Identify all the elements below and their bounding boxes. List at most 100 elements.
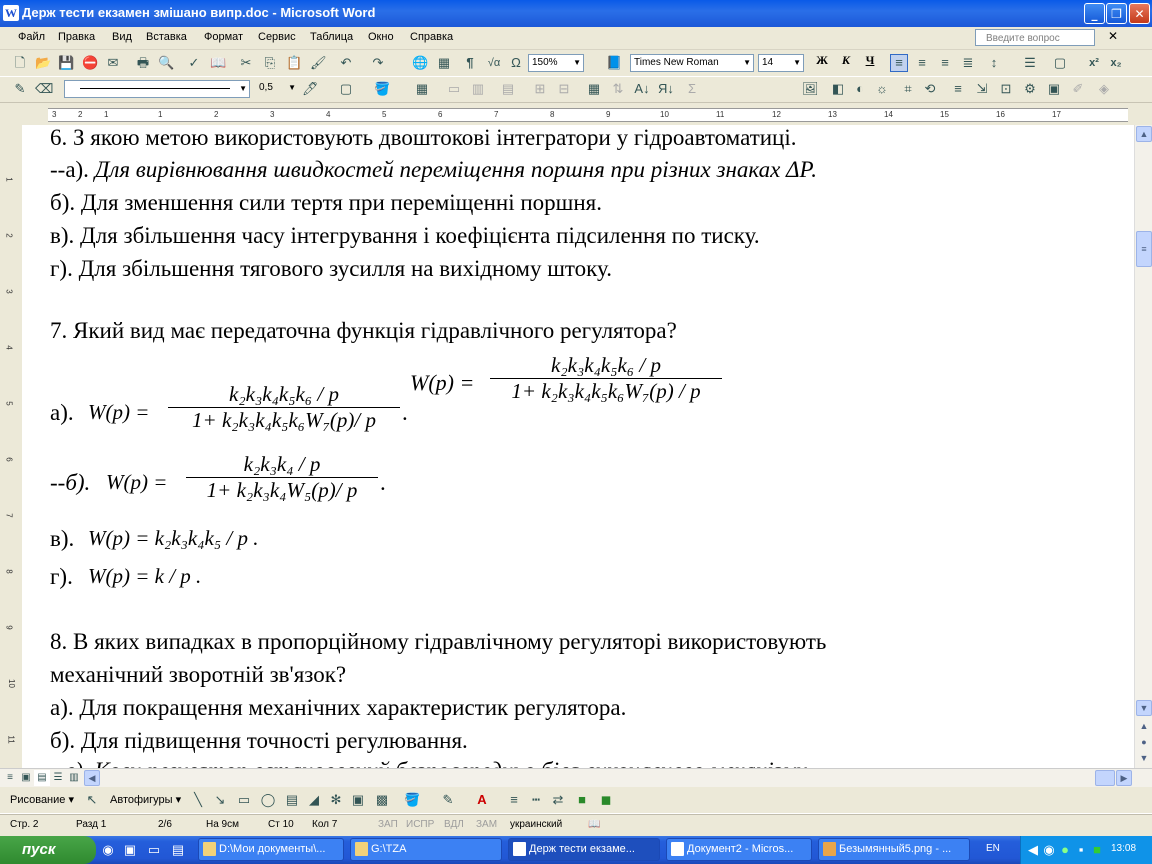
bullets-icon[interactable]: ☰ [1022, 55, 1038, 71]
tray-icon[interactable]: ● [1057, 842, 1073, 858]
line-icon[interactable]: ╲ [190, 792, 206, 808]
permission-icon[interactable]: ⛔ [82, 55, 98, 71]
superscript-icon[interactable]: x² [1086, 55, 1102, 71]
research-icon[interactable]: 📖 [210, 55, 226, 71]
draw-menu[interactable]: Рисование ▾ [10, 793, 74, 806]
distribute-rows-icon[interactable]: ⊞ [532, 81, 548, 97]
insert-picture-icon[interactable]: 🖼 [802, 81, 819, 97]
quicklaunch-icon[interactable]: ▣ [122, 842, 138, 858]
fill-color-icon[interactable]: 🪣 [404, 792, 420, 808]
align-center-icon[interactable]: ≡ [914, 55, 930, 71]
horizontal-scrollbar[interactable]: ≡ ▣ ▤ ☰ ▥ ◀ ▶ [0, 768, 1152, 787]
redo-icon[interactable]: ↷ [370, 55, 386, 71]
borders-icon[interactable]: ▢ [1052, 55, 1068, 71]
taskbar-item[interactable]: Держ тести екзаме... [508, 838, 660, 861]
reset-picture-icon[interactable]: ✐ [1070, 81, 1086, 97]
minimize-button[interactable]: _ [1084, 3, 1105, 24]
clipart-icon[interactable]: ▣ [350, 792, 366, 808]
menu-insert[interactable]: Вставка [146, 31, 187, 43]
rotate-icon[interactable]: ⟲ [922, 81, 938, 97]
line-spacing-icon[interactable]: ↕ [986, 55, 1002, 71]
set-transparent-icon[interactable]: ▣ [1046, 81, 1062, 97]
border-color-icon[interactable]: 🖊 [302, 81, 319, 97]
spelling-icon[interactable]: ✓ [186, 55, 202, 71]
equation-icon[interactable]: √α [486, 55, 502, 71]
new-doc-icon[interactable]: 🗋 [12, 55, 28, 71]
print-preview-icon[interactable]: 🔍 [158, 55, 174, 71]
menu-help[interactable]: Справка [410, 31, 453, 43]
font-size-select[interactable]: 14 ▼ [758, 54, 804, 72]
close-button[interactable]: ✕ [1129, 3, 1150, 24]
format-painter-icon[interactable]: 🖌 [310, 55, 327, 71]
text-direction-icon[interactable]: ⇅ [610, 81, 626, 97]
text-wrap-icon[interactable]: ⊡ [998, 81, 1014, 97]
status-ext[interactable]: ВДЛ [444, 819, 464, 830]
browse-object-icon[interactable]: ● [1136, 735, 1152, 751]
open-icon[interactable]: 📂 [35, 55, 51, 71]
email-icon[interactable]: ✉ [105, 55, 121, 71]
tray-icon[interactable]: ◀ [1025, 842, 1041, 858]
brightness-icon[interactable]: ☼ [874, 81, 890, 97]
compress-icon[interactable]: ⇲ [974, 81, 990, 97]
line-style-icon[interactable]: ≡ [506, 792, 522, 808]
status-ovr[interactable]: ЗАМ [476, 819, 497, 830]
arrow-icon[interactable]: ↘ [212, 792, 228, 808]
print-icon[interactable]: 🖶 [135, 55, 151, 71]
show-formatting-icon[interactable]: ¶ [462, 55, 478, 71]
menu-table[interactable]: Таблица [310, 31, 353, 43]
paste-icon[interactable]: 📋 [286, 55, 302, 71]
normal-view-icon[interactable]: ≡ [2, 770, 18, 786]
autoshapes-menu[interactable]: Автофигуры ▾ [110, 793, 181, 806]
menu-view[interactable]: Вид [112, 31, 132, 43]
taskbar-item[interactable]: Безымянный5.png - ... [818, 838, 970, 861]
scroll-down-button[interactable]: ▼ [1136, 700, 1152, 716]
textbox-icon[interactable]: ▤ [284, 792, 300, 808]
distribute-cols-icon[interactable]: ⊟ [556, 81, 572, 97]
document-page[interactable]: 6. З якою метою використовують двоштоков… [22, 125, 1134, 768]
language-indicator[interactable]: EN [986, 843, 1000, 854]
scroll-up-button[interactable]: ▲ [1136, 126, 1152, 142]
hscroll-thumb[interactable] [1095, 770, 1115, 786]
spelling-status-icon[interactable]: 📖 [588, 819, 600, 830]
dash-style-icon[interactable]: ┅ [528, 792, 544, 808]
outline-view-icon[interactable]: ☰ [50, 770, 66, 786]
line-weight-select[interactable]: 0,5 ▼ [256, 80, 298, 98]
arrow-style-icon[interactable]: ⇄ [550, 792, 566, 808]
hyperlink-icon[interactable]: 🌐 [412, 55, 428, 71]
taskbar-item[interactable]: Документ2 - Micros... [666, 838, 812, 861]
align-cell-icon[interactable]: ▤ [500, 81, 516, 97]
select-objects-icon[interactable]: ↖ [84, 792, 100, 808]
3d-icon[interactable]: ◼ [598, 792, 614, 808]
format-picture-icon[interactable]: ⚙ [1022, 81, 1038, 97]
tables-borders-icon[interactable]: ▦ [436, 55, 452, 71]
image-color-icon[interactable]: ◧ [830, 81, 846, 97]
scroll-left-button[interactable]: ◀ [84, 770, 100, 786]
copy-icon[interactable]: ⎘ [262, 55, 278, 71]
word-app-icon[interactable]: W [3, 5, 19, 21]
zoom-select[interactable]: 150% ▼ [528, 54, 584, 72]
rectangle-icon[interactable]: ▭ [236, 792, 252, 808]
menu-tools[interactable]: Сервис [258, 31, 296, 43]
table-autoformat-icon[interactable]: ▦ [586, 81, 602, 97]
align-left-icon[interactable]: ≡ [890, 54, 908, 72]
line-style-icon[interactable]: ≡ [950, 81, 966, 97]
contrast-icon[interactable]: ◐ [852, 81, 868, 97]
shading-icon[interactable]: 🪣 [374, 81, 390, 97]
autosum-icon[interactable]: Σ [684, 81, 700, 97]
crop-icon[interactable]: ⌗ [900, 81, 916, 97]
web-view-icon[interactable]: ▣ [18, 770, 34, 786]
scroll-thumb[interactable]: ≡ [1136, 231, 1152, 267]
oval-icon[interactable]: ◯ [260, 792, 276, 808]
merge-cells-icon[interactable]: ▭ [446, 81, 462, 97]
italic-button[interactable]: К [836, 53, 856, 73]
diagram-icon[interactable]: ✻ [328, 792, 344, 808]
taskbar-item[interactable]: G:\TZA [350, 838, 502, 861]
quicklaunch-icon[interactable]: ▤ [170, 842, 186, 858]
tray-icon[interactable]: ▪ [1073, 842, 1089, 858]
font-color-icon[interactable]: A [474, 792, 490, 808]
next-page-icon[interactable]: ▼ [1136, 751, 1152, 767]
shadow-icon[interactable]: ■ [574, 792, 590, 808]
bold-button[interactable]: Ж [812, 53, 832, 73]
help-search-input[interactable]: Введите вопрос [975, 29, 1095, 46]
read-mode-icon[interactable]: 📘 [606, 55, 622, 71]
